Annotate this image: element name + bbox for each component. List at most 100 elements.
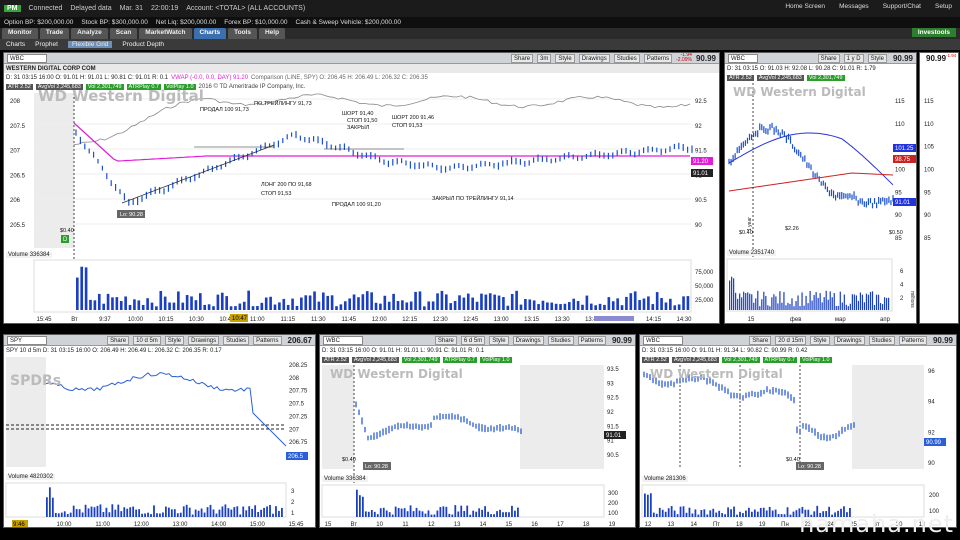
- spy-vol-tick: 3: [291, 489, 295, 495]
- main-vol-bar: [427, 301, 431, 310]
- main-vol-bar: [339, 304, 343, 310]
- account-selector[interactable]: Account: <TOTAL> (ALL ACCOUNTS): [186, 5, 305, 12]
- main-vol-bar: [528, 299, 532, 310]
- yearly-vol-bar: [823, 297, 825, 310]
- wbc20-vol-bar: [667, 508, 670, 517]
- wbc20-chart-canvas[interactable]: 9694929090.99$0.40Lo: 90.2820010012 13 14 П…: [640, 335, 957, 528]
- yearly-vol-bar: [769, 306, 771, 310]
- main-vol-bar: [106, 293, 110, 310]
- spy-vol-bar: [167, 507, 170, 517]
- wbc6-vol-bar: [391, 514, 394, 517]
- wbc6-vol-bar: [364, 511, 367, 517]
- subtab-charts[interactable]: Charts: [6, 41, 25, 48]
- main-volume-value: 336384: [29, 252, 50, 258]
- spy-vol-bar: [102, 511, 105, 517]
- main-xtick: 13:30: [555, 317, 571, 323]
- spy-vol-bar: [153, 505, 155, 517]
- investools-button[interactable]: Investools: [911, 28, 956, 37]
- wbc20-vol-bar: [718, 510, 721, 517]
- wbc20-future-shade: [852, 365, 924, 469]
- main-vol-bar: [607, 297, 611, 310]
- main-vol-bar: [379, 303, 382, 310]
- main-vol-bar: [431, 301, 435, 310]
- yearly-vol-bar: [845, 304, 847, 310]
- tab-tools[interactable]: Tools: [228, 28, 257, 39]
- wbc6-vol-bar: [430, 514, 433, 517]
- yearly-vol-bar: [745, 293, 747, 310]
- main-vol-bar: [115, 297, 119, 310]
- yearly-vol-bar: [737, 298, 739, 310]
- spy-vol-bar: [227, 508, 230, 517]
- main-chart-panel: WBC Share 3m Style Drawings Studies Patt…: [3, 52, 720, 324]
- main-vol-bar: [568, 302, 571, 310]
- wbc6-vol-bar: [406, 511, 409, 517]
- wbc6-vol-bar: [478, 508, 481, 517]
- wbc6-vol-bar: [373, 511, 376, 517]
- yearly-vol-tick: 2: [900, 296, 904, 302]
- main-vol-bar: [660, 298, 663, 310]
- wbc6-vol-bar: [382, 507, 385, 517]
- wbc20-vol-bar: [703, 509, 706, 517]
- wbc6-vol-bar: [487, 511, 489, 517]
- wbc6-vol-bar: [484, 506, 487, 517]
- wbc20-vol-bar: [733, 506, 735, 517]
- yearly-tick: 90: [895, 213, 902, 219]
- main-vol-bar: [102, 303, 105, 310]
- subtab-product-depth[interactable]: Product Depth: [122, 41, 164, 48]
- messages-link[interactable]: Messages: [839, 3, 869, 10]
- spy-chart-canvas[interactable]: 208.25 208 207.75 207.5 207.25 207 206.75 206.5…: [4, 335, 316, 528]
- strip-tick: 85: [924, 236, 931, 242]
- yearly-vol-bar: [835, 305, 837, 310]
- main-vol-tick: 75,000: [695, 270, 714, 276]
- spy-xtick: 13:00: [172, 522, 188, 528]
- spy-xtick: 15:45: [288, 522, 304, 528]
- main-tick: 92: [695, 124, 702, 130]
- tab-analyze[interactable]: Analyze: [71, 28, 108, 39]
- tab-monitor[interactable]: Monitor: [2, 28, 38, 39]
- main-vol-bar: [137, 300, 141, 310]
- yearly-vol-bar: [807, 303, 809, 310]
- yearly-vol-bar: [795, 301, 797, 310]
- main-vol-bar: [264, 297, 268, 310]
- spy-vol-bar: [269, 504, 271, 517]
- main-vol-bar: [572, 298, 576, 310]
- main-vol-bar: [172, 302, 176, 310]
- yearly-vol-bar: [851, 294, 853, 310]
- yearly-chart-panel: WBC Share 1 y D Style 90.99 D: 31 03:15 …: [724, 52, 917, 324]
- support-chat-link[interactable]: Support/Chat: [883, 3, 921, 10]
- tab-trade[interactable]: Trade: [39, 28, 70, 39]
- main-vol-bar: [537, 304, 540, 310]
- wbc6-volume-area: [321, 484, 605, 518]
- main-vol-bar: [300, 297, 303, 310]
- yearly-vol-bar: [793, 306, 795, 310]
- main-vol-bar: [203, 304, 207, 310]
- setup-link[interactable]: Setup: [935, 3, 952, 10]
- tab-marketwatch[interactable]: MarketWatch: [139, 28, 192, 39]
- trade-annotation: ПРОДАЛ 100 91,73: [200, 107, 249, 113]
- yearly-vol-bar: [879, 302, 882, 310]
- main-vol-bar: [146, 298, 149, 310]
- main-vol-bar: [383, 295, 387, 310]
- yearly-vol-bar: [873, 304, 876, 310]
- home-screen-link[interactable]: Home Screen: [785, 3, 825, 10]
- spy-vol-bar: [117, 504, 120, 517]
- yearly-vol-bar: [749, 293, 751, 310]
- wbc6-chart-canvas[interactable]: 93.5 93 92.5 92 91.5 91 90.5 91.01 $0.40 Lo: 90.2…: [320, 335, 636, 528]
- yearly-vol-bar: [867, 294, 870, 310]
- tab-scan[interactable]: Scan: [109, 28, 138, 39]
- main-vol-bar: [418, 291, 422, 310]
- tab-help[interactable]: Help: [258, 28, 286, 39]
- main-vol-bar: [238, 303, 242, 310]
- main-vol-bar: [633, 291, 637, 310]
- yearly-vol-bar: [781, 302, 783, 310]
- subtab-prophet[interactable]: Prophet: [35, 41, 58, 48]
- spy-vol-bar: [144, 513, 146, 517]
- net-liq: Net Liq: $200,000.00: [155, 19, 217, 26]
- wbc6-vol-bar: [502, 512, 504, 517]
- subtab-flexible-grid[interactable]: Flexible Grid: [67, 41, 113, 48]
- tab-charts[interactable]: Charts: [193, 28, 227, 39]
- wbc6-xtick: 15: [325, 522, 332, 528]
- main-vol-bar: [80, 266, 84, 310]
- wbc6-vol-bar: [463, 510, 466, 517]
- trade-annotation: СТОП 91,50: [347, 118, 377, 124]
